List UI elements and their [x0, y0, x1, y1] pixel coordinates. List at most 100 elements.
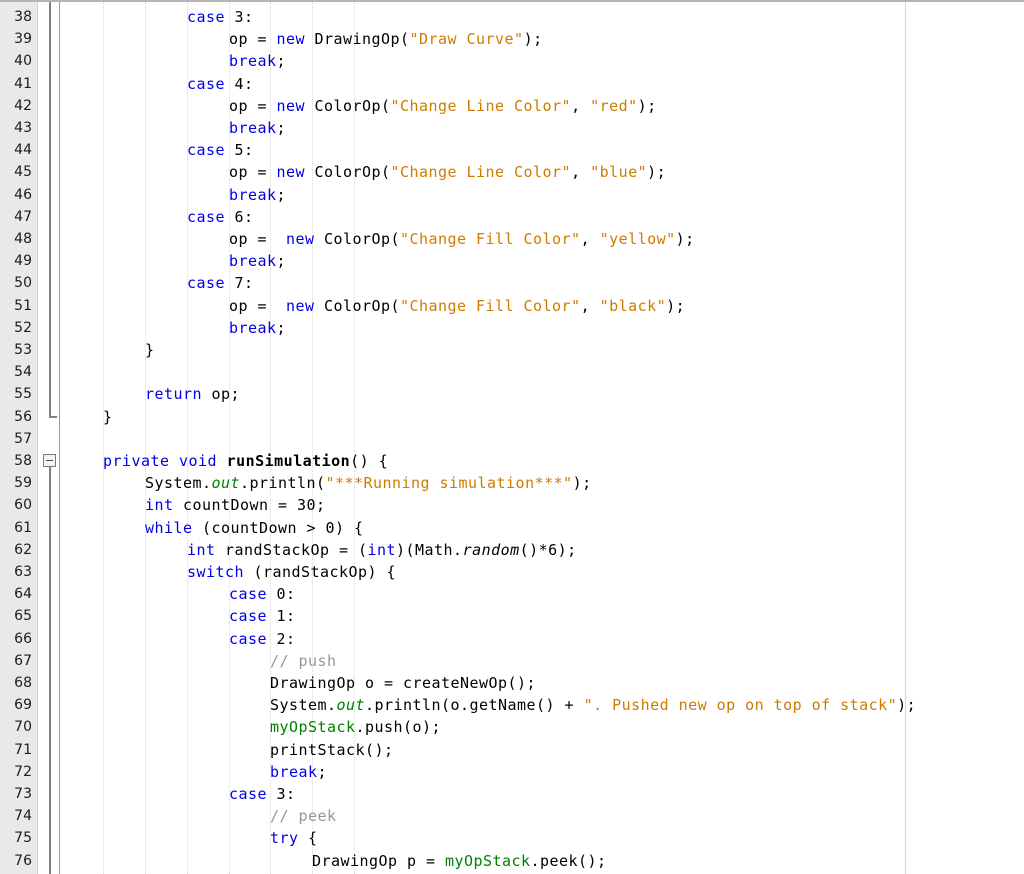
line-number: 68	[14, 675, 32, 691]
code-line[interactable]: op = new ColorOp("Change Line Color", "r…	[229, 95, 657, 117]
code-line[interactable]: break;	[229, 117, 286, 139]
code-line[interactable]: case 0:	[229, 583, 296, 605]
code-line[interactable]: System.out.println(o.getName() + ". Push…	[270, 694, 916, 716]
code-token-pln: System.	[145, 474, 212, 493]
code-line[interactable]: while (countDown > 0) {	[145, 517, 364, 539]
code-token-kw: int	[145, 496, 174, 515]
line-number: 61	[14, 519, 32, 536]
code-line[interactable]: // peek	[270, 805, 337, 827]
code-line[interactable]: try {	[270, 827, 318, 849]
code-token-kw: break	[229, 185, 277, 204]
code-line[interactable]: myOpStack.push(o);	[270, 716, 441, 738]
code-token-pln: 2:	[267, 629, 296, 648]
line-number: 72	[14, 763, 32, 780]
line-number: 53	[14, 342, 32, 358]
code-token-pln: () {	[350, 452, 389, 470]
code-line[interactable]: case 3:	[229, 783, 296, 805]
code-line[interactable]: switch (randStackOp) {	[187, 561, 396, 583]
code-token-pln	[217, 452, 227, 470]
code-token-str: "Change Fill Color"	[400, 230, 581, 248]
code-line[interactable]: int countDown = 30;	[145, 494, 326, 516]
code-line[interactable]: DrawingOp o = createNewOp();	[270, 672, 536, 694]
code-token-pln: ,	[580, 296, 600, 315]
code-token-sfld: out	[211, 474, 241, 493]
code-line[interactable]: break;	[270, 761, 327, 783]
code-token-pln: ;	[276, 52, 287, 71]
code-line[interactable]: case 4:	[187, 73, 254, 95]
code-token-pln: ;	[276, 119, 287, 137]
code-line[interactable]: op = new ColorOp("Change Fill Color", "b…	[229, 295, 685, 317]
code-token-kw: new	[276, 30, 306, 49]
code-token-pln: ;	[276, 252, 287, 271]
code-line[interactable]: return op;	[145, 383, 240, 405]
line-number: 71	[14, 741, 32, 758]
code-token-kw: case	[187, 8, 226, 26]
code-line[interactable]: private void runSimulation() {	[103, 450, 388, 472]
line-number-gutter[interactable]: 38 39 40 41 42 43 44 45 46 47 48 49 50 51 52 53 54 55 56 57…	[0, 2, 38, 874]
code-editor[interactable]: 38 39 40 41 42 43 44 45 46 47 48 49 50 51 52 53 54 55 56 57…	[0, 0, 1024, 874]
code-token-pln: randStackOp = (	[215, 540, 368, 559]
code-token-str: "Change Fill Color"	[400, 296, 581, 315]
code-token-pln: ColorOp(	[305, 96, 391, 115]
code-token-kw: int	[187, 540, 216, 559]
code-line[interactable]: int randStackOp = (int)(Math.random()*6)…	[187, 539, 577, 561]
code-line[interactable]: case 1:	[229, 605, 296, 627]
line-number: 46	[14, 186, 32, 203]
code-line[interactable]: printStack();	[270, 739, 394, 761]
code-line[interactable]: }	[103, 406, 113, 428]
code-line[interactable]: case 6:	[187, 206, 254, 228]
code-token-str: "yellow"	[599, 230, 676, 248]
code-token-pln: ,	[580, 230, 600, 248]
code-token-kw: break	[229, 119, 277, 137]
code-line[interactable]: System.out.println("***Running simulatio…	[145, 472, 592, 494]
code-token-pln: DrawingOp p =	[312, 851, 446, 870]
code-token-pln: );	[523, 30, 543, 49]
code-token-str: ". Pushed new op on top of stack"	[583, 696, 898, 715]
code-token-kw: void	[179, 452, 218, 470]
code-line[interactable]: break;	[229, 184, 286, 206]
code-token-pln: .peek();	[530, 851, 607, 870]
code-line[interactable]: }	[145, 339, 155, 361]
code-token-pln: (randStackOp) {	[244, 563, 397, 581]
line-number: 55	[14, 386, 32, 403]
line-number: 42	[14, 97, 32, 114]
code-token-pln: printStack();	[270, 740, 394, 759]
code-token-pln: op =	[229, 96, 277, 115]
code-token-pln: 1:	[267, 607, 296, 626]
code-line[interactable]: case 7:	[187, 272, 254, 294]
line-number: 57	[14, 430, 32, 447]
code-line[interactable]: // push	[270, 650, 337, 672]
fold-collapse-box[interactable]	[43, 454, 56, 467]
code-line[interactable]: break;	[229, 50, 286, 72]
fold-rail-lower	[49, 467, 51, 874]
code-token-fld: myOpStack	[445, 851, 531, 870]
code-line[interactable]: break;	[229, 250, 286, 272]
code-token-pln: .println(o.getName() +	[365, 696, 584, 715]
code-line[interactable]: op = new ColorOp("Change Line Color", "b…	[229, 161, 666, 183]
code-line[interactable]: case 5:	[187, 139, 254, 161]
code-line[interactable]: DrawingOp p = myOpStack.peek();	[312, 850, 607, 872]
code-token-str: "Draw Curve"	[409, 30, 524, 49]
code-token-kw: case	[229, 607, 268, 626]
code-line[interactable]: case 3:	[187, 6, 254, 28]
line-number: 66	[14, 630, 32, 647]
code-token-kw: new	[276, 163, 306, 182]
code-token-pln: DrawingOp(	[305, 30, 410, 49]
code-token-pln: op;	[202, 385, 241, 404]
line-number: 64	[14, 586, 32, 603]
code-text-area[interactable]: case 3: op = new DrawingOp("Draw Curve");…	[61, 2, 1024, 874]
code-token-pln: )(Math.	[396, 540, 463, 559]
code-token-str: "Change Line Color"	[390, 163, 572, 182]
code-line[interactable]: break;	[229, 317, 286, 339]
code-fold-column[interactable]	[38, 2, 60, 874]
code-token-pln: ()*6);	[519, 540, 577, 559]
code-token-kw: return	[145, 385, 203, 404]
indent-guide	[145, 2, 147, 874]
code-line[interactable]: op = new ColorOp("Change Fill Color", "y…	[229, 228, 695, 250]
line-number: 39	[14, 31, 32, 48]
code-token-pln: }	[103, 407, 113, 426]
code-line[interactable]: case 2:	[229, 628, 296, 650]
code-token-kw: switch	[187, 563, 245, 581]
code-line[interactable]: op = new DrawingOp("Draw Curve");	[229, 28, 543, 50]
line-number: 44	[14, 142, 32, 159]
